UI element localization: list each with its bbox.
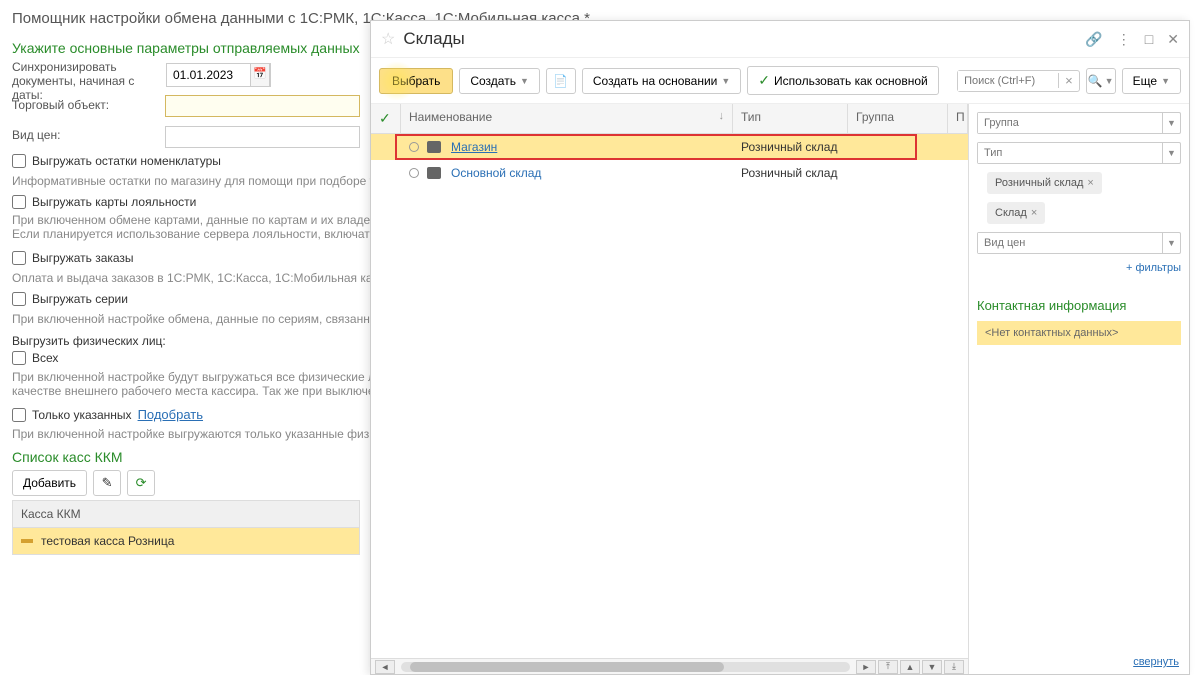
clear-search-icon[interactable]: × bbox=[1058, 73, 1079, 88]
scroll-left-icon[interactable]: ◄ bbox=[375, 660, 395, 674]
chevron-down-icon[interactable]: ▼ bbox=[1162, 143, 1180, 163]
chk-orders[interactable] bbox=[12, 251, 26, 265]
chk-loyalty[interactable] bbox=[12, 195, 26, 209]
remove-tag-icon[interactable]: × bbox=[1031, 207, 1037, 219]
chk-loyalty-label: Выгружать карты лояльности bbox=[32, 195, 196, 209]
chk-stock[interactable] bbox=[12, 154, 26, 168]
chevron-down-icon: ▼ bbox=[721, 76, 730, 86]
radio-icon bbox=[409, 142, 419, 152]
search-dropdown-button[interactable]: 🔍▼ bbox=[1086, 68, 1116, 94]
refresh-icon[interactable]: ⟳ bbox=[127, 470, 155, 496]
sync-date-label: Синхронизировать документы, начиная с да… bbox=[12, 60, 162, 102]
folder-icon bbox=[427, 141, 441, 153]
hint-stock: Информативные остатки по магазину для по… bbox=[12, 174, 382, 188]
add-button[interactable]: Добавить bbox=[12, 470, 87, 496]
scrollbar-horizontal[interactable] bbox=[401, 662, 850, 672]
sort-icon: ↓ bbox=[719, 110, 725, 127]
chk-orders-label: Выгружать заказы bbox=[32, 251, 134, 265]
kkm-row[interactable]: тестовая касса Розница bbox=[13, 528, 359, 554]
filter-group-input[interactable] bbox=[978, 113, 1162, 133]
pick-link[interactable]: Подобрать bbox=[138, 407, 203, 422]
warehouses-modal: ☆ Склады 🔗 ⋮ □ ✕ Выбрать Создать▼ 📄 Созд… bbox=[370, 20, 1190, 675]
radio-icon bbox=[409, 168, 419, 178]
chk-stock-label: Выгружать остатки номенклатуры bbox=[32, 154, 221, 168]
table-row[interactable]: Магазин Розничный склад bbox=[371, 134, 968, 160]
row-name: Основной склад bbox=[451, 166, 541, 180]
hint-all: При включенной настройке будут выгружать… bbox=[12, 370, 382, 398]
trade-object-input[interactable] bbox=[165, 95, 360, 117]
create-based-button[interactable]: Создать на основании▼ bbox=[582, 68, 741, 94]
chevron-down-icon: ▼ bbox=[1161, 76, 1170, 86]
folder-icon bbox=[427, 167, 441, 179]
search-box: × bbox=[957, 70, 1080, 92]
chevron-down-icon[interactable]: ▼ bbox=[1162, 233, 1180, 253]
use-as-main-button[interactable]: ✓Использовать как основной bbox=[747, 66, 938, 95]
col-type[interactable]: Тип bbox=[733, 104, 848, 133]
remove-tag-icon[interactable]: × bbox=[1087, 177, 1093, 189]
collapse-link[interactable]: свернуть bbox=[1133, 656, 1179, 668]
hint-series: При включенной настройке обмена, данные … bbox=[12, 312, 378, 326]
col-check[interactable]: ✓ bbox=[371, 104, 401, 133]
filter-tag[interactable]: Склад× bbox=[987, 202, 1045, 224]
chevron-down-icon[interactable]: ▼ bbox=[1162, 113, 1180, 133]
table-row[interactable]: Основной склад Розничный склад bbox=[371, 160, 968, 186]
link-icon[interactable]: 🔗 bbox=[1085, 31, 1102, 48]
nav-down-icon[interactable]: ▼ bbox=[922, 660, 942, 674]
filter-group[interactable]: ▼ bbox=[977, 112, 1181, 134]
copy-icon[interactable]: 📄 bbox=[546, 68, 576, 94]
modal-title: Склады bbox=[403, 29, 1085, 49]
hint-orders: Оплата и выдача заказов в 1С:РМК, 1С:Кас… bbox=[12, 271, 373, 285]
favorite-icon[interactable]: ☆ bbox=[381, 29, 395, 49]
create-button[interactable]: Создать▼ bbox=[459, 68, 540, 94]
nav-up-icon[interactable]: ▲ bbox=[900, 660, 920, 674]
price-type-input[interactable] bbox=[165, 126, 360, 148]
nav-last-icon[interactable]: ⤓ bbox=[944, 660, 964, 674]
filter-price-input[interactable] bbox=[978, 233, 1162, 253]
phys-label: Выгрузить физических лиц: bbox=[12, 334, 166, 348]
search-input[interactable] bbox=[958, 71, 1058, 91]
trade-object-label: Торговый объект: bbox=[12, 98, 109, 112]
chevron-down-icon: ▼ bbox=[520, 76, 529, 86]
contact-empty: <Нет контактных данных> bbox=[977, 321, 1181, 345]
calendar-icon[interactable]: 📅 bbox=[250, 63, 270, 87]
select-button[interactable]: Выбрать bbox=[379, 68, 453, 94]
col-name[interactable]: Наименование↓ bbox=[401, 104, 733, 133]
more-filters-link[interactable]: + фильтры bbox=[977, 262, 1181, 274]
filter-tag[interactable]: Розничный склад× bbox=[987, 172, 1102, 194]
filter-type[interactable]: ▼ bbox=[977, 142, 1181, 164]
row-marker-icon bbox=[21, 539, 33, 543]
kkm-heading: Список касс ККМ bbox=[12, 449, 123, 465]
chk-series[interactable] bbox=[12, 292, 26, 306]
col-p[interactable]: П bbox=[948, 104, 968, 133]
row-name: Магазин bbox=[451, 140, 497, 154]
chk-only[interactable] bbox=[12, 408, 26, 422]
check-icon: ✓ bbox=[758, 72, 770, 89]
chk-only-label: Только указанных bbox=[32, 408, 132, 422]
kkm-row-text: тестовая касса Розница bbox=[41, 534, 174, 548]
section-heading: Укажите основные параметры отправляемых … bbox=[12, 40, 360, 56]
more-button[interactable]: Еще▼ bbox=[1122, 68, 1181, 94]
hint-only: При включенной настройке выгружаются тол… bbox=[12, 427, 382, 441]
chk-series-label: Выгружать серии bbox=[32, 292, 128, 306]
filter-type-input[interactable] bbox=[978, 143, 1162, 163]
hint-loyalty: При включенном обмене картами, данные по… bbox=[12, 213, 383, 241]
price-type-label: Вид цен: bbox=[12, 128, 60, 142]
row-type: Розничный склад bbox=[733, 140, 848, 154]
chk-all-label: Всех bbox=[32, 351, 58, 365]
contact-heading: Контактная информация bbox=[977, 298, 1181, 313]
maximize-icon[interactable]: □ bbox=[1145, 31, 1153, 48]
filter-price[interactable]: ▼ bbox=[977, 232, 1181, 254]
col-group[interactable]: Группа bbox=[848, 104, 948, 133]
kkm-column-header: Касса ККМ bbox=[13, 501, 359, 528]
chk-all[interactable] bbox=[12, 351, 26, 365]
nav-first-icon[interactable]: ⤒ bbox=[878, 660, 898, 674]
edit-icon[interactable]: ✎ bbox=[93, 470, 121, 496]
scroll-right-icon[interactable]: ► bbox=[856, 660, 876, 674]
menu-icon[interactable]: ⋮ bbox=[1117, 31, 1131, 48]
kkm-table: Касса ККМ тестовая касса Розница bbox=[12, 500, 360, 555]
close-icon[interactable]: ✕ bbox=[1167, 31, 1179, 48]
row-type: Розничный склад bbox=[733, 166, 848, 180]
